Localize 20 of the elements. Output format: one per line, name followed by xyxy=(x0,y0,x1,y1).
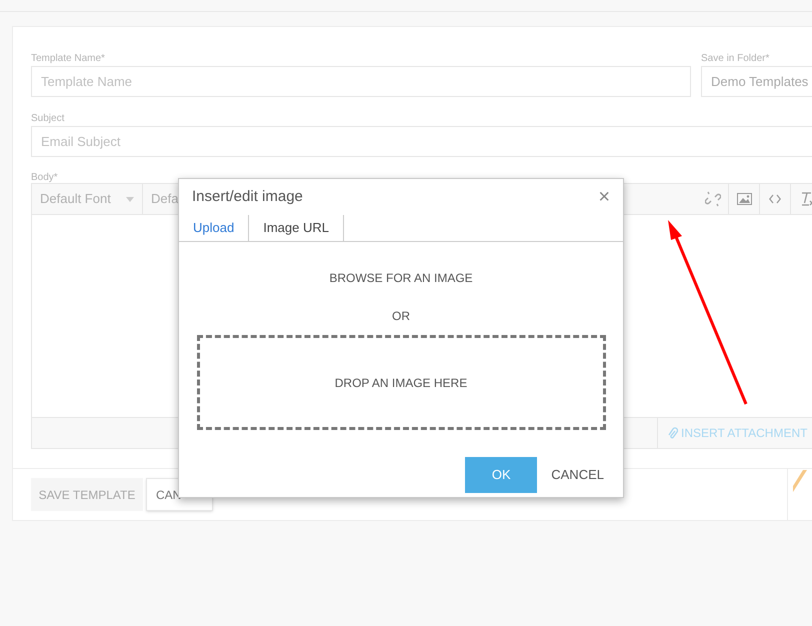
folder-field[interactable]: Demo Templates xyxy=(701,66,812,97)
ok-button[interactable]: OK xyxy=(465,457,538,493)
caret-icon xyxy=(126,196,134,202)
field-label: Template Name* xyxy=(31,52,106,66)
cancel-button[interactable]: CANCEL xyxy=(551,465,604,485)
field-label: Save in Folder* xyxy=(701,52,770,66)
close-button[interactable]: × xyxy=(598,187,610,207)
template-name-field[interactable]: Template Name xyxy=(31,66,691,97)
paperclip-icon xyxy=(668,426,678,440)
field-label: Subject xyxy=(31,112,64,126)
dialog-tab[interactable]: Upload xyxy=(179,215,250,241)
size-select[interactable]: Defa xyxy=(143,184,178,214)
dialog-tab[interactable]: Image URL xyxy=(249,215,344,241)
font-select[interactable]: Default Font xyxy=(32,184,143,214)
subject-field[interactable]: Email Subject xyxy=(31,126,812,157)
or-text: OR xyxy=(392,308,410,325)
dialog-title: Insert/edit image xyxy=(192,186,303,207)
browse-button[interactable]: BROWSE FOR AN IMAGE xyxy=(329,269,473,287)
field-label: Body* xyxy=(31,171,58,183)
drop-zone[interactable]: DROP AN IMAGE HERE xyxy=(196,335,606,430)
